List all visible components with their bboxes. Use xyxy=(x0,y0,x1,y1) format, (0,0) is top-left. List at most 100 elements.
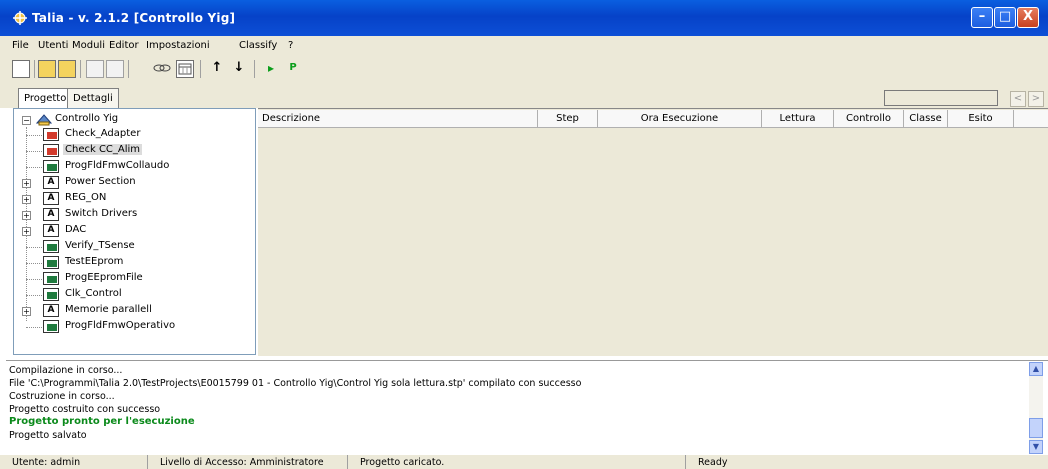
program-step-icon xyxy=(43,240,59,253)
expand-icon[interactable]: + xyxy=(22,195,31,204)
menu-file[interactable]: File xyxy=(12,40,29,51)
arrow-up-icon[interactable]: ↑ xyxy=(208,60,226,78)
tree-line xyxy=(26,295,42,296)
column-header-classe[interactable]: Classe xyxy=(904,110,948,128)
tree-item[interactable]: Clk_Control xyxy=(26,287,243,303)
tree-item-label: ProgFldFmwOperativo xyxy=(65,320,176,331)
tree-item[interactable]: + A DAC xyxy=(22,223,243,239)
window-title: Talia - v. 2.1.2 [Controllo Yig] xyxy=(32,11,236,25)
tree-item-label: ProgFldFmwCollaudo xyxy=(65,160,170,171)
open-icon[interactable] xyxy=(38,60,56,78)
menu-impostazioni[interactable]: Impostazioni xyxy=(146,40,210,51)
check-step-icon xyxy=(43,128,59,141)
column-header-controllo[interactable]: Controllo xyxy=(834,110,904,128)
menu-help[interactable]: ? xyxy=(288,40,293,51)
menu-classify[interactable]: Classify xyxy=(239,40,277,51)
tree-root[interactable]: − Controllo Yig xyxy=(19,112,219,128)
tree-line xyxy=(26,135,42,136)
tree-item-label: Clk_Control xyxy=(65,288,122,299)
program-step-icon xyxy=(43,320,59,333)
group-icon: A xyxy=(43,192,59,205)
maximize-button[interactable]: □ xyxy=(994,7,1016,28)
tree-item-label: Switch Drivers xyxy=(65,208,138,219)
column-header-ora-esecuzione[interactable]: Ora Esecuzione xyxy=(598,110,762,128)
toolbar-separator xyxy=(128,60,129,78)
output-log[interactable]: Compilazione in corso... File 'C:\Progra… xyxy=(6,360,1048,455)
grid-body[interactable] xyxy=(258,129,1048,356)
minimize-button[interactable]: – xyxy=(971,7,993,28)
new-icon[interactable] xyxy=(12,60,30,78)
program-step-icon xyxy=(43,288,59,301)
tree-item[interactable]: + A Switch Drivers xyxy=(22,207,243,223)
expand-icon[interactable]: + xyxy=(22,307,31,316)
collapse-icon[interactable]: − xyxy=(22,116,31,125)
tree-item[interactable]: ProgEEpromFile xyxy=(26,271,243,287)
scroll-down-icon[interactable]: ▼ xyxy=(1029,440,1043,454)
calendar-icon[interactable] xyxy=(176,60,194,78)
column-header-step[interactable]: Step xyxy=(538,110,598,128)
log-line: Progetto costruito con successo xyxy=(9,404,161,415)
log-line: Compilazione in corso... xyxy=(9,365,123,376)
column-header-lettura[interactable]: Lettura xyxy=(762,110,834,128)
menu-utenti[interactable]: Utenti xyxy=(38,40,68,51)
tree-item[interactable]: ProgFldFmwOperativo xyxy=(26,319,243,335)
menu-moduli[interactable]: Moduli xyxy=(72,40,105,51)
next-button[interactable]: > xyxy=(1028,91,1044,107)
tree-item-label: REG_ON xyxy=(65,192,107,203)
toolbar-separator xyxy=(254,60,255,78)
expand-icon[interactable]: + xyxy=(22,227,31,236)
tree-item[interactable]: + A Memorie parallell xyxy=(22,303,243,319)
tree-item-label: Power Section xyxy=(65,176,136,187)
expand-icon[interactable]: + xyxy=(22,211,31,220)
project-icon xyxy=(36,114,52,126)
tree-line xyxy=(26,127,27,321)
group-icon: A xyxy=(43,176,59,189)
open-folder-icon[interactable] xyxy=(58,60,76,78)
play-icon[interactable]: ▸ xyxy=(262,60,280,78)
toolbar-separator xyxy=(80,60,81,78)
menu-editor[interactable]: Editor xyxy=(109,40,139,51)
tree-item[interactable]: ProgFldFmwCollaudo xyxy=(26,159,243,175)
search-input[interactable] xyxy=(884,90,998,106)
menu-bar: File Utenti Moduli Editor Impostazioni C… xyxy=(0,36,1048,56)
group-icon: A xyxy=(43,304,59,317)
tree-item-label: Check_Adapter xyxy=(65,128,141,139)
expand-icon[interactable]: + xyxy=(22,179,31,188)
tree-item-label: ProgEEpromFile xyxy=(65,272,143,283)
tree-item-label: DAC xyxy=(65,224,87,235)
print-icon[interactable] xyxy=(106,60,124,78)
tab-dettagli[interactable]: Dettagli xyxy=(67,88,119,108)
log-scrollbar[interactable]: ▲ ▼ xyxy=(1029,362,1043,454)
scroll-up-icon[interactable]: ▲ xyxy=(1029,362,1043,376)
tree-item[interactable]: + A REG_ON xyxy=(22,191,243,207)
arrow-down-icon[interactable]: ↓ xyxy=(230,60,248,78)
steps-grid[interactable]: Descrizione Step Ora Esecuzione Lettura … xyxy=(258,108,1048,356)
tree-item-label: Memorie parallell xyxy=(65,304,152,315)
tree-item[interactable]: + A Power Section xyxy=(22,175,243,191)
column-header-esito[interactable]: Esito xyxy=(948,110,1014,128)
status-project: Progetto caricato. xyxy=(348,455,686,469)
log-line-success: Progetto pronto per l'esecuzione xyxy=(9,416,195,427)
link-icon[interactable] xyxy=(153,60,171,78)
title-bar[interactable]: Talia - v. 2.1.2 [Controllo Yig] – □ X xyxy=(0,0,1048,36)
app-logo-icon xyxy=(13,11,27,25)
scroll-thumb[interactable] xyxy=(1029,418,1043,438)
tab-progetto[interactable]: Progetto xyxy=(18,88,73,108)
log-line: Progetto salvato xyxy=(9,430,87,441)
close-button[interactable]: X xyxy=(1017,7,1039,28)
project-tree[interactable]: − Controllo Yig Check_Adapter Check CC_A… xyxy=(13,108,256,355)
tree-line xyxy=(26,263,42,264)
tree-item-selected[interactable]: Check CC_Alim xyxy=(26,143,243,159)
tree-item-label: Verify_TSense xyxy=(65,240,135,251)
program-step-icon xyxy=(43,272,59,285)
status-user: Utente: admin xyxy=(0,455,148,469)
check-step-icon xyxy=(43,144,59,157)
tree-root-label: Controllo Yig xyxy=(55,113,119,124)
tree-item[interactable]: Verify_TSense xyxy=(26,239,243,255)
tree-item[interactable]: TestEEprom xyxy=(26,255,243,271)
save-icon[interactable] xyxy=(86,60,104,78)
tree-item[interactable]: Check_Adapter xyxy=(26,127,243,143)
pause-icon[interactable]: P xyxy=(284,60,302,78)
prev-button[interactable]: < xyxy=(1010,91,1026,107)
column-header-descrizione[interactable]: Descrizione xyxy=(258,110,538,128)
